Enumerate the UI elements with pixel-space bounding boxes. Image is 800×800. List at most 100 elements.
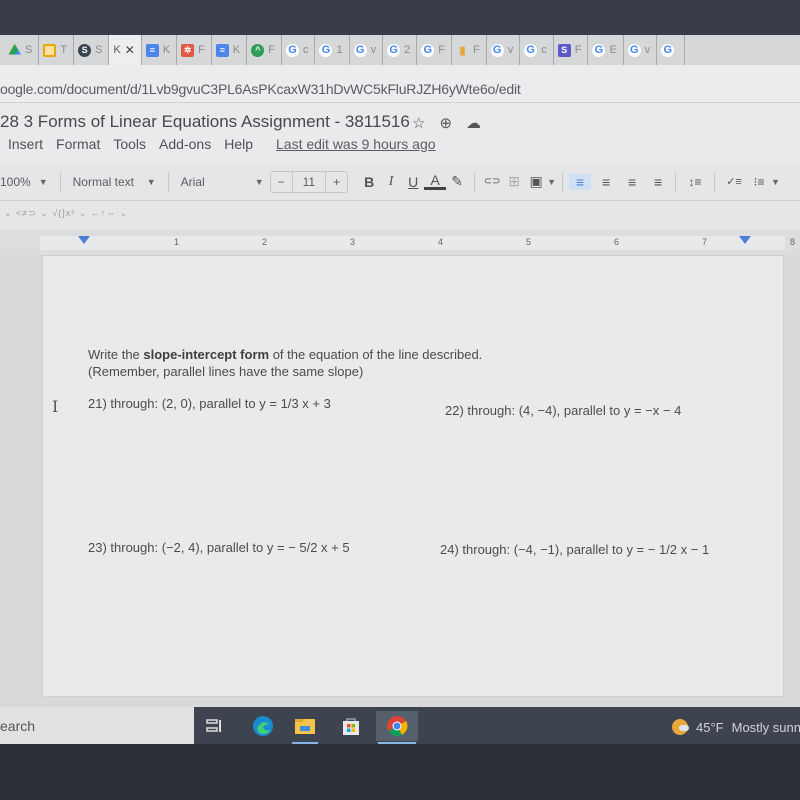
menu-help[interactable]: Help	[224, 136, 253, 152]
microsoft-store-icon[interactable]	[336, 711, 366, 741]
document-canvas: Write the slope-intercept form of the eq…	[0, 255, 800, 710]
star-icon[interactable]: ☆	[412, 114, 425, 132]
browser-tab[interactable]: SS	[74, 35, 110, 65]
task-view-icon[interactable]	[200, 711, 230, 741]
edge-icon[interactable]	[248, 711, 278, 741]
browser-tab[interactable]: G2	[383, 35, 418, 65]
document-page[interactable]: Write the slope-intercept form of the eq…	[42, 255, 784, 697]
caret-down-icon: ▼	[38, 176, 48, 187]
chrome-icon[interactable]	[376, 711, 418, 744]
move-to-folder-icon[interactable]: ⊕	[439, 114, 452, 132]
font-size-input[interactable]: 11	[293, 171, 327, 192]
browser-tab[interactable]: ≡ K	[142, 35, 178, 65]
browser-tab[interactable]: Gv	[624, 35, 658, 65]
intro-text: Write the	[88, 347, 144, 362]
left-indent-marker[interactable]	[78, 236, 90, 244]
caret-down-icon: ▼	[146, 176, 156, 187]
browser-tab[interactable]: ▮ F	[452, 35, 487, 65]
justify-icon[interactable]: ≡	[647, 174, 669, 190]
browser-tab[interactable]: ≡ K	[212, 35, 248, 65]
ruler-track: 1 2 3 4 5 6 7 8	[40, 236, 795, 250]
tab-title: K	[113, 44, 121, 56]
address-bar[interactable]: oogle.com/document/d/1Lvb9gvuC3PL6AsPKca…	[0, 65, 800, 103]
menu-add-ons[interactable]: Add-ons	[159, 136, 211, 152]
decrease-font-size-button[interactable]: −	[271, 171, 293, 192]
tab-title: 1	[336, 44, 343, 56]
browser-tab[interactable]: ^ F	[247, 35, 282, 65]
weather-temperature: 45°F	[696, 719, 724, 735]
problem-22: 22) through: (4, −4), parallel to y = −x…	[445, 403, 682, 418]
tab-title: v	[644, 44, 651, 56]
increase-font-size-button[interactable]: +	[326, 172, 347, 192]
tab-title: F	[574, 44, 582, 56]
style-select[interactable]: Normal text ▼	[67, 169, 162, 195]
menu-insert[interactable]: Insert	[8, 136, 43, 152]
problem-23: 23) through: (−2, 4), parallel to y = − …	[88, 540, 350, 555]
checklist-icon[interactable]: ✓≡	[721, 175, 747, 188]
bold-button[interactable]: B	[358, 174, 380, 190]
align-right-icon[interactable]: ≡	[621, 174, 643, 190]
formatting-toolbar: 100% ▼ Normal text ▼ Arial ▼ − 11 + B I …	[0, 163, 800, 201]
screen: S T S S K ✕ ≡ K ✲ F ≡ K ^ F Gc G 1 Gv G 2 G F ▮ F Gv Gc S F G E Gv G oo…	[0, 0, 800, 800]
browser-tab[interactable]: G	[657, 35, 686, 65]
underline-button[interactable]: U	[402, 174, 424, 190]
browser-tab[interactable]: Gc	[520, 35, 554, 65]
file-explorer-icon[interactable]	[290, 711, 320, 744]
menu-tools[interactable]: Tools	[113, 136, 146, 152]
google-icon: G	[285, 43, 299, 57]
zoom-value: 100%	[0, 174, 31, 189]
google-drive-icon	[8, 43, 21, 55]
browser-tab[interactable]: GE	[588, 35, 624, 65]
weather-widget[interactable]: 45°F Mostly sunny	[672, 719, 800, 735]
partly-sunny-icon	[672, 719, 689, 735]
google-icon: G	[490, 43, 504, 57]
browser-tab[interactable]: K ✕	[109, 35, 142, 65]
italic-button[interactable]: I	[380, 174, 402, 190]
add-comment-icon[interactable]: ⊞	[503, 173, 525, 190]
caret-down-icon[interactable]: ▼	[547, 177, 556, 187]
ruler-number: 6	[614, 237, 620, 247]
equation-toolbar[interactable]: ⌄ <≠⊃ ⌄ √(]x² ⌄ ←↑⇔ ⌄	[0, 201, 800, 229]
taskbar-search[interactable]: earch	[0, 707, 194, 744]
text-color-button[interactable]: A	[424, 173, 447, 190]
browser-tab[interactable]: Gv	[487, 35, 521, 65]
google-icon: G	[421, 43, 435, 57]
browser-tab[interactable]: GF	[417, 35, 452, 65]
ruler-number: 3	[350, 237, 356, 247]
align-left-icon[interactable]: ≡	[569, 173, 592, 190]
ruler-number: 7	[702, 237, 708, 247]
align-center-icon[interactable]: ≡	[595, 174, 617, 190]
line-spacing-icon[interactable]: ↕≡	[682, 175, 708, 189]
bulleted-list-icon[interactable]: ⁝≡	[747, 175, 771, 189]
font-value: Arial	[180, 174, 205, 189]
google-icon: G	[592, 43, 606, 57]
browser-tab[interactable]: ✲ F	[177, 35, 212, 65]
browser-tab[interactable]: G1	[315, 35, 350, 65]
browser-tab[interactable]: T	[39, 35, 75, 65]
insert-link-icon[interactable]: ⊂⊃	[481, 176, 503, 187]
browser-tab[interactable]: Gc	[282, 35, 316, 65]
insert-image-icon[interactable]: ▣	[525, 173, 547, 190]
google-icon: G	[387, 43, 401, 57]
cloud-saved-icon[interactable]: ☁	[466, 114, 481, 132]
browser-tab[interactable]: Gv	[350, 35, 384, 65]
tab-title: T	[60, 44, 68, 56]
zoom-select[interactable]: 100% ▼	[0, 169, 54, 195]
tab-title: K	[162, 44, 171, 56]
tab-title: v	[507, 44, 514, 56]
browser-tab[interactable]: SF	[554, 35, 589, 65]
menu-format[interactable]: Format	[56, 136, 100, 152]
browser-tab[interactable]: S	[4, 35, 40, 65]
document-title[interactable]: 28 3 Forms of Linear Equations Assignmen…	[0, 112, 410, 132]
right-indent-marker[interactable]	[739, 236, 751, 244]
close-tab-icon[interactable]: ✕	[125, 43, 135, 57]
highlight-color-icon[interactable]: ✎	[446, 173, 468, 190]
weather-description: Mostly sunny	[731, 719, 800, 735]
last-edit-link[interactable]: Last edit was 9 hours ago	[276, 136, 436, 152]
url-text[interactable]: oogle.com/document/d/1Lvb9gvuC3PL6AsPKca…	[0, 81, 521, 97]
circle-s-icon: S	[78, 43, 92, 57]
green-app-icon: ^	[251, 43, 265, 57]
caret-down-icon[interactable]: ▼	[771, 177, 780, 187]
divider	[562, 171, 564, 192]
font-select[interactable]: Arial ▼	[175, 169, 270, 195]
